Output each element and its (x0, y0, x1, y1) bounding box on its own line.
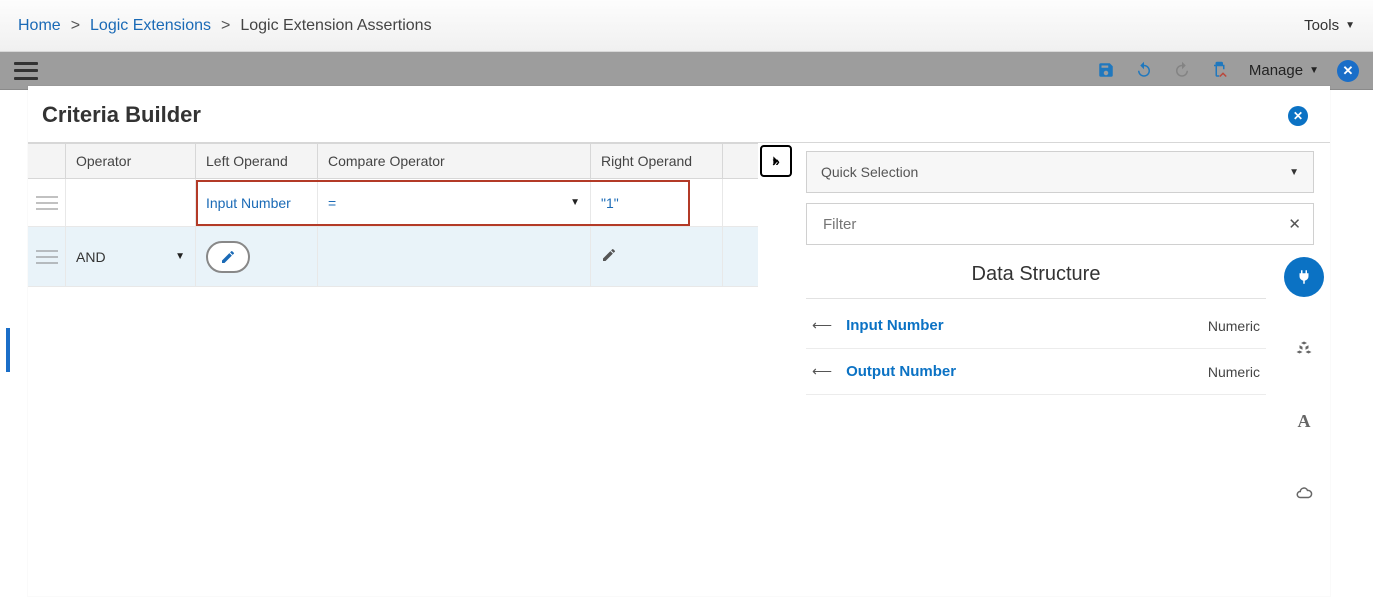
caret-down-icon: ▼ (1289, 167, 1299, 178)
data-structure-heading: Data Structure (806, 257, 1266, 299)
caret-down-icon: ▼ (175, 251, 185, 262)
breadcrumb-logic-extensions[interactable]: Logic Extensions (90, 17, 211, 35)
compare-operator-select[interactable]: = ▼ (328, 195, 580, 211)
breadcrumb: Home > Logic Extensions > Logic Extensio… (0, 0, 1373, 52)
header-compare-operator: Compare Operator (318, 144, 591, 178)
breadcrumb-sep-icon: > (71, 17, 80, 35)
save-icon[interactable] (1097, 61, 1117, 81)
caret-down-icon: ▼ (1345, 20, 1355, 31)
compare-operator-value: = (328, 195, 336, 211)
data-structure-item[interactable]: ⟵ Output Number Numeric (806, 349, 1266, 395)
criteria-table-header: Operator Left Operand Compare Operator R… (28, 143, 758, 179)
right-operand-value[interactable]: "1" (601, 195, 619, 211)
breadcrumb-home[interactable]: Home (18, 17, 61, 35)
filter-input[interactable] (821, 215, 1299, 234)
rail-cloud-icon[interactable] (1284, 473, 1324, 513)
category-rail: A (1282, 257, 1326, 513)
rail-text-icon[interactable]: A (1284, 401, 1324, 441)
data-item-name: Input Number (846, 317, 944, 334)
rail-cubes-icon[interactable] (1284, 329, 1324, 369)
quick-selection-dropdown[interactable]: Quick Selection ▼ (806, 151, 1314, 193)
row-drag-handle[interactable] (28, 227, 66, 286)
collapse-panel-button[interactable]: » (760, 145, 792, 177)
edit-left-operand-button[interactable] (206, 241, 250, 273)
breadcrumb-sep-icon: > (221, 17, 230, 35)
clipboard-delete-icon[interactable] (1211, 61, 1231, 81)
manage-menu[interactable]: Manage ▼ (1249, 62, 1319, 79)
editor-toolbar: Manage ▼ ✕ (0, 52, 1373, 90)
undo-icon[interactable] (1135, 61, 1155, 81)
logical-operator-value: AND (76, 249, 106, 265)
close-icon[interactable]: ✕ (1337, 60, 1359, 82)
tools-menu[interactable]: Tools ▼ (1304, 17, 1355, 34)
filter-container: ✕ (806, 203, 1314, 245)
criteria-table: Operator Left Operand Compare Operator R… (28, 143, 758, 594)
logical-operator-select[interactable]: AND ▼ (76, 249, 185, 265)
data-structure-item[interactable]: ⟵ Input Number Numeric (806, 303, 1266, 349)
tools-label: Tools (1304, 17, 1339, 34)
manage-label: Manage (1249, 62, 1303, 79)
caret-down-icon: ▼ (1309, 65, 1319, 76)
header-left-operand: Left Operand (196, 144, 318, 178)
redo-icon[interactable] (1173, 61, 1193, 81)
data-item-name: Output Number (846, 363, 956, 380)
row-drag-handle[interactable] (28, 179, 66, 226)
criteria-row: AND ▼ (28, 227, 758, 287)
chevron-right-double-icon: » (772, 153, 780, 169)
criteria-row: Input Number = ▼ "1" (28, 179, 758, 227)
breadcrumb-current: Logic Extension Assertions (240, 17, 431, 35)
dialog-close-icon[interactable]: ✕ (1288, 106, 1308, 126)
header-right-operand: Right Operand (591, 144, 723, 178)
rail-plug-icon[interactable] (1284, 257, 1324, 297)
arrow-left-icon: ⟵ (812, 363, 832, 380)
header-operator: Operator (66, 144, 196, 178)
clear-filter-icon[interactable]: ✕ (1288, 215, 1301, 233)
criteria-builder-dialog: Criteria Builder ✕ » Operator Left Opera… (28, 86, 1330, 596)
arrow-left-icon: ⟵ (812, 317, 832, 334)
left-operand-value[interactable]: Input Number (206, 195, 291, 211)
hamburger-icon[interactable] (14, 62, 38, 80)
data-item-type: Numeric (1208, 318, 1260, 334)
caret-down-icon: ▼ (570, 197, 580, 208)
left-accent-bar (6, 328, 10, 372)
dialog-title: Criteria Builder (28, 86, 1330, 142)
quick-selection-label: Quick Selection (821, 164, 918, 180)
data-item-type: Numeric (1208, 364, 1260, 380)
edit-right-operand-button[interactable] (601, 247, 617, 266)
data-structure-panel: Quick Selection ▼ ✕ Data Structure ⟵ Inp… (758, 143, 1330, 594)
